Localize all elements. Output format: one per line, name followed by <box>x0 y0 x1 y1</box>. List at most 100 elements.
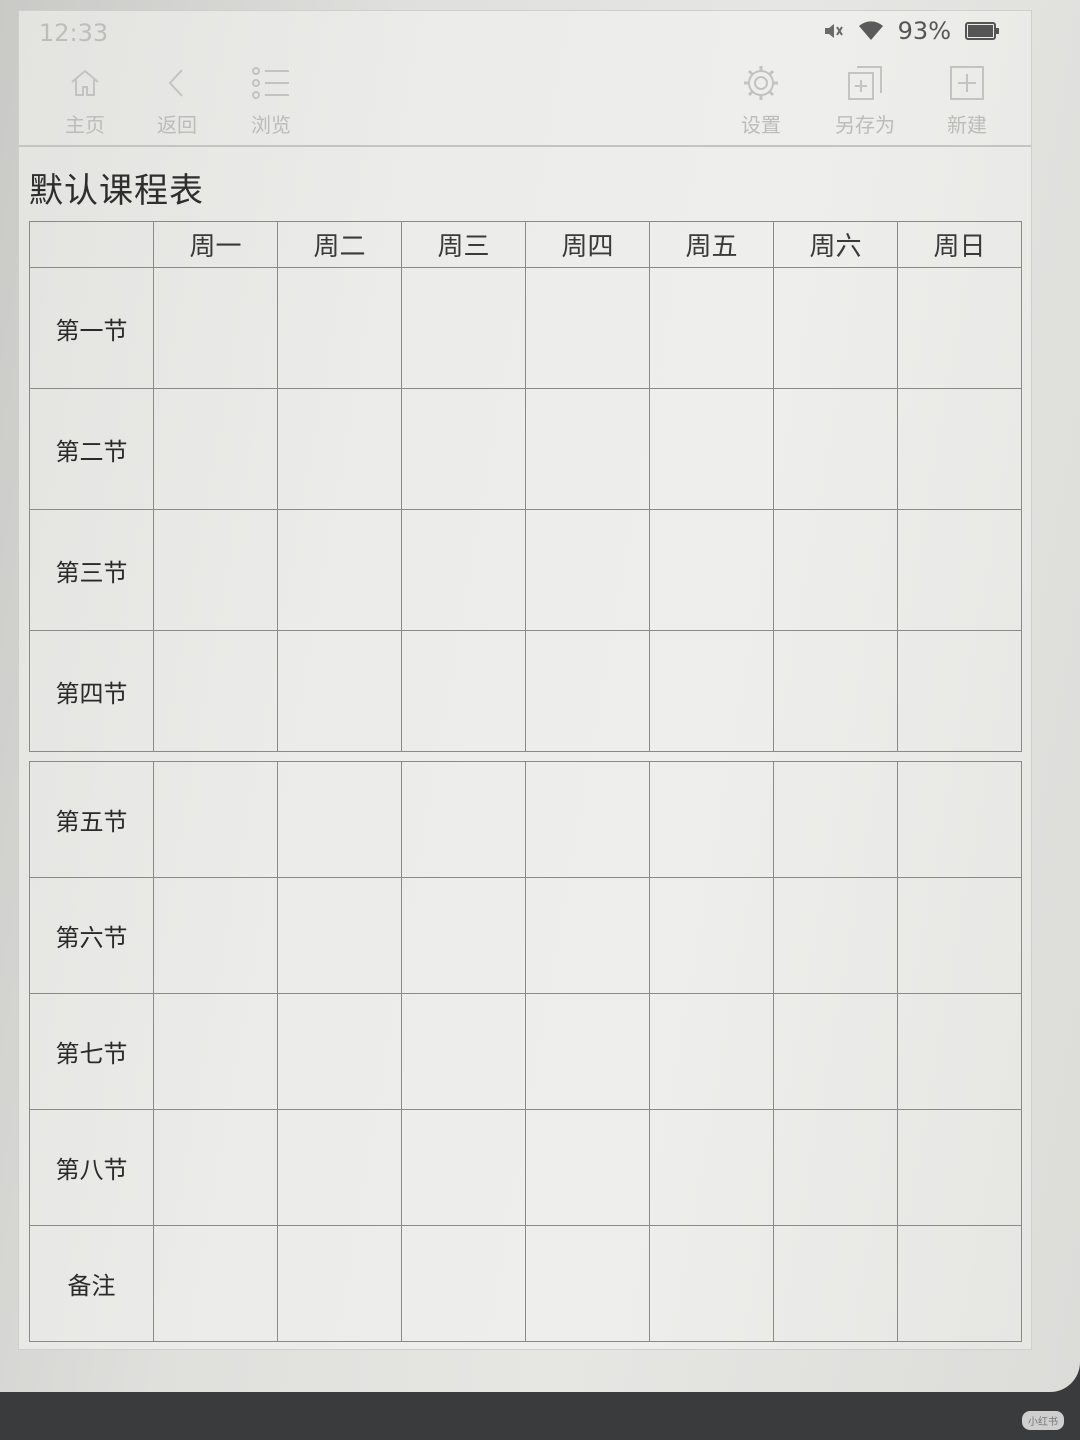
timetable-cell[interactable] <box>401 877 526 994</box>
timetable-cell[interactable] <box>277 993 402 1110</box>
settings-button[interactable]: 设置 <box>721 61 801 138</box>
timetable-cell[interactable] <box>525 1225 650 1342</box>
browse-label: 浏览 <box>251 113 291 137</box>
timetable-cell[interactable] <box>649 630 774 752</box>
timetable-cell[interactable] <box>401 630 526 752</box>
timetable-cell[interactable] <box>153 388 278 510</box>
timetable-cell[interactable] <box>401 1225 526 1342</box>
screen: 12:33 93% 主页 返回 浏览 设置 另存为 新建 默认课程表 周一 周二… <box>18 10 1032 1350</box>
timetable-cell[interactable] <box>153 267 278 389</box>
new-button[interactable]: 新建 <box>927 61 1007 138</box>
timetable-cell[interactable] <box>153 761 278 878</box>
home-button[interactable]: 主页 <box>45 61 125 138</box>
table-row: 第四节 <box>29 630 1022 752</box>
period-label: 第二节 <box>29 388 154 510</box>
timetable-cell[interactable] <box>401 761 526 878</box>
timetable-cell[interactable] <box>525 877 650 994</box>
timetable-cell[interactable] <box>525 509 650 631</box>
period-label: 第一节 <box>29 267 154 389</box>
timetable-cell[interactable] <box>277 509 402 631</box>
timetable-cell[interactable] <box>773 993 898 1110</box>
timetable-cell[interactable] <box>649 1225 774 1342</box>
table-row: 第六节 <box>29 877 1022 994</box>
timetable-cell[interactable] <box>773 877 898 994</box>
timetable-cell[interactable] <box>897 267 1022 389</box>
timetable-cell[interactable] <box>277 1109 402 1226</box>
timetable-cell[interactable] <box>773 1109 898 1226</box>
new-label: 新建 <box>947 113 987 137</box>
period-label: 第七节 <box>29 993 154 1110</box>
timetable-cell[interactable] <box>277 761 402 878</box>
save-as-button[interactable]: 另存为 <box>823 61 907 138</box>
timetable-cell[interactable] <box>897 761 1022 878</box>
back-button[interactable]: 返回 <box>137 61 217 138</box>
browse-button[interactable]: 浏览 <box>231 61 311 138</box>
timetable-cell[interactable] <box>897 630 1022 752</box>
timetable-cell[interactable] <box>401 388 526 510</box>
timetable-cell[interactable] <box>897 877 1022 994</box>
timetable-cell[interactable] <box>897 1109 1022 1226</box>
timetable-cell[interactable] <box>525 267 650 389</box>
table-row: 第三节 <box>29 509 1022 631</box>
timetable-cell[interactable] <box>773 761 898 878</box>
timetable-cell[interactable] <box>525 630 650 752</box>
timetable-cell[interactable] <box>153 1225 278 1342</box>
timetable-cell[interactable] <box>525 1109 650 1226</box>
timetable-cell[interactable] <box>773 388 898 510</box>
timetable-cell[interactable] <box>153 509 278 631</box>
timetable-cell[interactable] <box>773 267 898 389</box>
watermark: 小红书 <box>1022 1411 1064 1430</box>
timetable-cell[interactable] <box>277 388 402 510</box>
timetable-cell[interactable] <box>649 1109 774 1226</box>
timetable-cell[interactable] <box>401 1109 526 1226</box>
timetable-cell[interactable] <box>649 388 774 510</box>
day-header: 周日 <box>897 221 1022 268</box>
period-label: 第六节 <box>29 877 154 994</box>
timetable-cell[interactable] <box>277 877 402 994</box>
timetable-cell[interactable] <box>897 993 1022 1110</box>
timetable-cell[interactable] <box>153 993 278 1110</box>
timetable: 周一 周二 周三 周四 周五 周六 周日 第一节 第二节 第三节 第四节 第五节 第六节第… <box>29 221 1022 1342</box>
period-label: 备注 <box>29 1225 154 1342</box>
page-title: 默认课程表 <box>29 171 204 211</box>
timetable-cell[interactable] <box>525 993 650 1110</box>
timetable-cell[interactable] <box>525 761 650 878</box>
table-row: 第二节 <box>29 388 1022 510</box>
timetable-cell[interactable] <box>649 993 774 1110</box>
timetable-cell[interactable] <box>649 509 774 631</box>
timetable-cell[interactable] <box>277 1225 402 1342</box>
timetable-cell[interactable] <box>649 761 774 878</box>
timetable-cell[interactable] <box>401 509 526 631</box>
day-header: 周五 <box>649 221 774 268</box>
header-row: 周一 周二 周三 周四 周五 周六 周日 <box>29 221 1022 268</box>
status-bar: 12:33 93% <box>19 11 1031 51</box>
day-header: 周六 <box>773 221 898 268</box>
timetable-cell[interactable] <box>277 630 402 752</box>
timetable-cell[interactable] <box>773 509 898 631</box>
timetable-cell[interactable] <box>897 509 1022 631</box>
side-edge <box>19 411 29 1211</box>
table-row: 第一节 <box>29 267 1022 389</box>
device-frame: 12:33 93% 主页 返回 浏览 设置 另存为 新建 默认课程表 周一 周二… <box>0 0 1080 1392</box>
timetable-cell[interactable] <box>773 630 898 752</box>
status-icons: 93% <box>822 17 999 45</box>
table-row: 第八节 <box>29 1109 1022 1226</box>
timetable-cell[interactable] <box>401 267 526 389</box>
divider-cell <box>29 751 1022 762</box>
timetable-cell[interactable] <box>897 1225 1022 1342</box>
gear-icon <box>744 66 778 100</box>
clock: 12:33 <box>39 19 109 47</box>
timetable-cell[interactable] <box>153 877 278 994</box>
timetable-cell[interactable] <box>153 1109 278 1226</box>
timetable-cell[interactable] <box>401 993 526 1110</box>
timetable-cell[interactable] <box>649 267 774 389</box>
timetable-cell[interactable] <box>277 267 402 389</box>
timetable-cell[interactable] <box>649 877 774 994</box>
battery-icon <box>965 22 999 40</box>
timetable-cell[interactable] <box>525 388 650 510</box>
timetable-cell[interactable] <box>773 1225 898 1342</box>
timetable-cell[interactable] <box>153 630 278 752</box>
timetable-cell[interactable] <box>897 388 1022 510</box>
day-header: 周四 <box>525 221 650 268</box>
table-row: 备注 <box>29 1225 1022 1342</box>
